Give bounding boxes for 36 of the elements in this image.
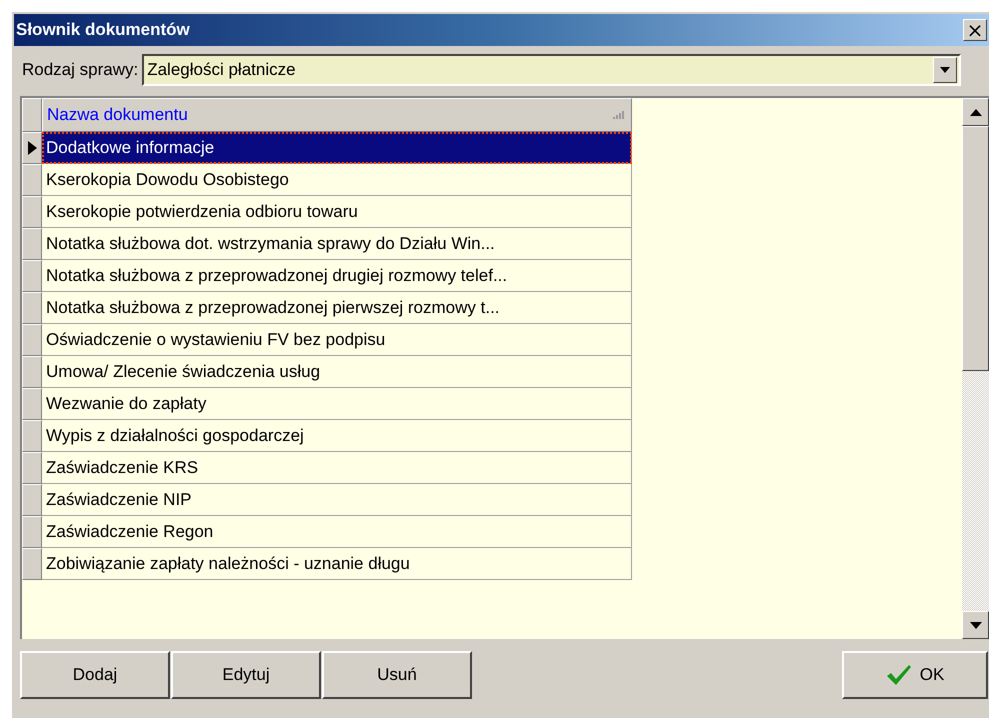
table-cell[interactable]: Kserokopia Dowodu Osobistego [42, 164, 632, 196]
ok-button[interactable]: OK [842, 651, 988, 699]
table-cell[interactable]: Notatka służbowa z przeprowadzonej pierwszej rozmowy t... [42, 292, 632, 324]
column-header[interactable]: Nazwa dokumentu [42, 98, 632, 132]
sort-bars-icon [613, 111, 625, 119]
table-cell[interactable]: Dodatkowe informacje [42, 132, 632, 164]
scroll-up-button[interactable] [962, 98, 989, 126]
down-arrow-icon [970, 622, 982, 628]
table-cell[interactable]: Notatka służbowa z przeprowadzonej drugiej rozmowy telef... [42, 260, 632, 292]
current-row-icon [28, 141, 36, 155]
row-indicator[interactable] [22, 132, 42, 164]
table-cell[interactable]: Zaświadczenie Regon [42, 516, 632, 548]
scroll-down-button[interactable] [962, 611, 989, 639]
table-cell[interactable]: Wypis z działalności gospodarczej [42, 420, 632, 452]
table-cell[interactable]: Kserokopie potwierdzenia odbioru towaru [42, 196, 632, 228]
table-cell[interactable]: Zobiwiązanie zapłaty należności - uznanie długu [42, 548, 632, 580]
table-cell[interactable]: Notatka służbowa dot. wstrzymania sprawy do Działu Win... [42, 228, 632, 260]
filter-label: Rodzaj sprawy: [22, 60, 138, 80]
row-header [22, 98, 42, 132]
table-cell[interactable]: Umowa/ Zlecenie świadczenia usług [42, 356, 632, 388]
table-cell[interactable]: Zaświadczenie NIP [42, 484, 632, 516]
action-button[interactable]: Dodaj [20, 651, 170, 699]
checkmark-icon [886, 664, 912, 686]
action-button[interactable]: Usuń [322, 651, 472, 699]
up-arrow-icon [970, 108, 982, 116]
table-cell[interactable]: Zaświadczenie KRS [42, 452, 632, 484]
dropdown-button[interactable] [933, 57, 957, 83]
close-button[interactable]: × [963, 19, 987, 41]
table-cell[interactable]: Wezwanie do zapłaty [42, 388, 632, 420]
table-cell[interactable]: Oświadczenie o wystawieniu FV bez podpisu [42, 324, 632, 356]
case-type-dropdown[interactable]: Zaległości płatnicze [142, 54, 961, 86]
dropdown-arrow-icon [939, 66, 951, 74]
vertical-scrollbar[interactable] [962, 98, 989, 639]
scroll-thumb[interactable] [962, 126, 989, 371]
window-title: Słownik dokumentów [16, 20, 191, 40]
action-button[interactable]: Edytuj [171, 651, 321, 699]
